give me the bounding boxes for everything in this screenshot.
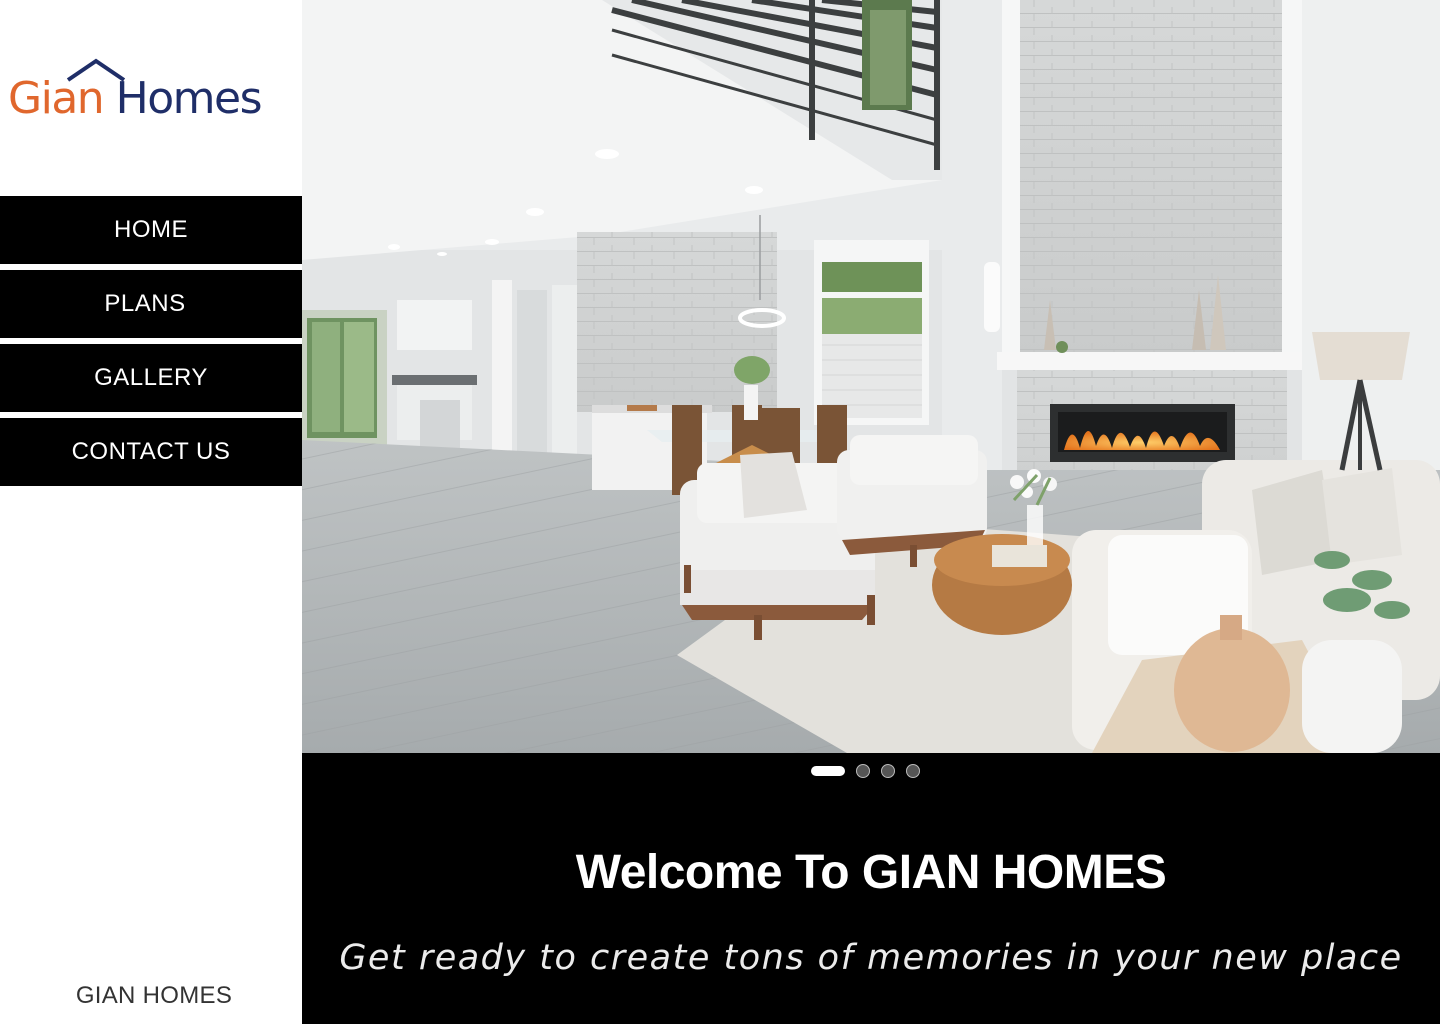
logo[interactable]: Gian Homes	[8, 58, 288, 128]
living-room-photo	[302, 0, 1440, 753]
carousel-dot-2[interactable]	[856, 764, 870, 778]
logo-word-homes: Homes	[115, 73, 263, 124]
main-nav: HOME PLANS GALLERY CONTACT US	[0, 196, 302, 492]
hero-caption: Welcome To GIAN HOMES Get ready to creat…	[302, 753, 1440, 1024]
logo-word-gian: Gian	[8, 73, 105, 124]
sidebar: Gian Homes HOME PLANS GALLERY CONTACT US…	[0, 0, 302, 1024]
welcome-title: Welcome To GIAN HOMES	[575, 846, 1167, 900]
logo-text: Gian Homes	[8, 72, 263, 126]
hero-image	[302, 0, 1440, 753]
nav-item-gallery[interactable]: GALLERY	[0, 344, 302, 412]
nav-item-plans[interactable]: PLANS	[0, 270, 302, 338]
welcome-subtitle: Get ready to create tons of memories in …	[339, 938, 1403, 978]
footer-brand: GIAN HOMES	[75, 982, 233, 1009]
carousel-dot-4[interactable]	[906, 764, 920, 778]
carousel-dot-1[interactable]	[811, 766, 845, 776]
carousel-indicators	[811, 764, 920, 778]
nav-item-contact-us[interactable]: CONTACT US	[0, 418, 302, 486]
carousel-dot-3[interactable]	[881, 764, 895, 778]
nav-item-home[interactable]: HOME	[0, 196, 302, 264]
